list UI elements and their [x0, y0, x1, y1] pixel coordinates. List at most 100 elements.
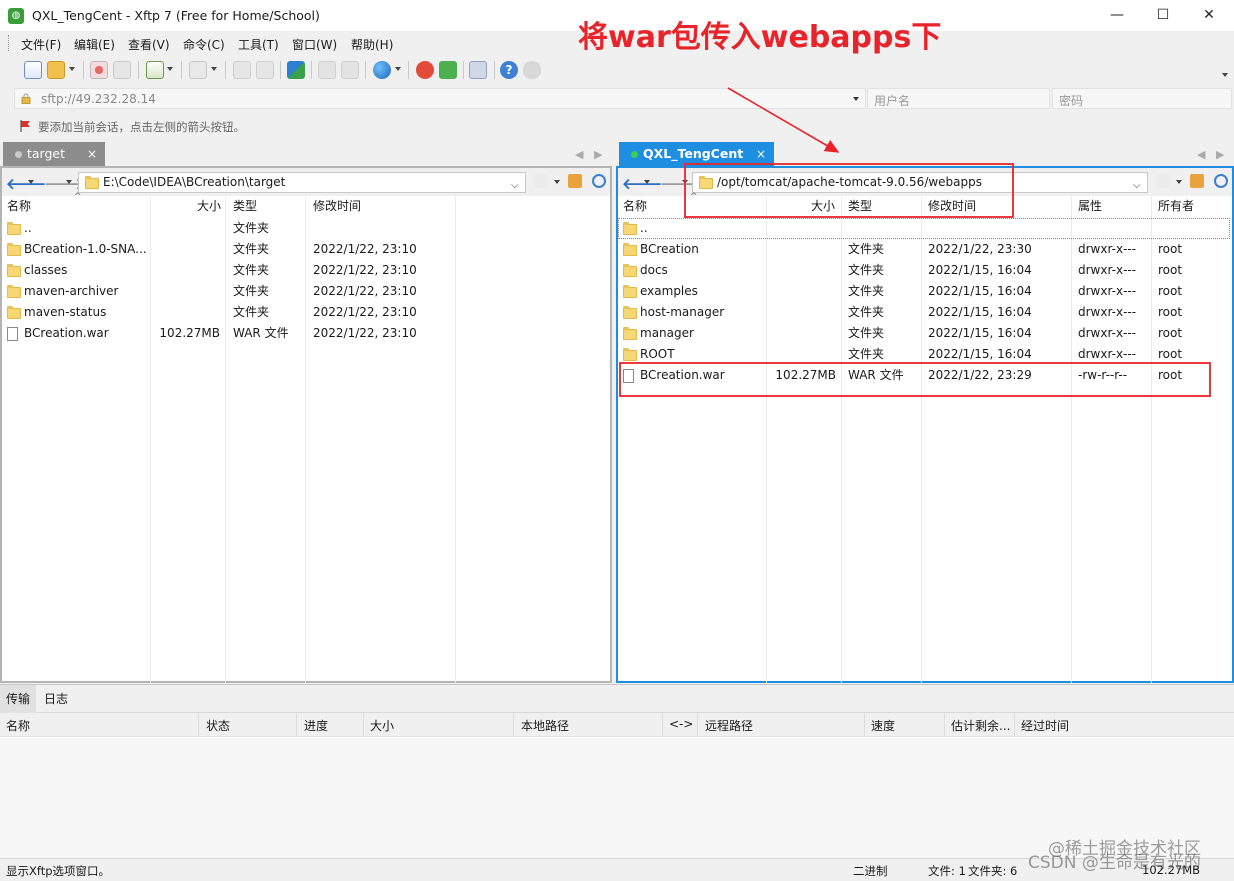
- tab-remote-session[interactable]: QXL_TengCent ×: [619, 142, 774, 166]
- folder-row[interactable]: BCreation 文件夹 2022/1/22, 23:30 drwxr-x--- ro…: [618, 239, 1232, 260]
- open-dropdown-icon[interactable]: [69, 67, 75, 71]
- tab-close-icon[interactable]: ×: [756, 142, 766, 166]
- col-type[interactable]: 类型: [848, 196, 872, 217]
- minimize-button[interactable]: —: [1094, 0, 1140, 31]
- help-icon[interactable]: ?: [500, 61, 518, 79]
- transfer-queue-icon[interactable]: [189, 61, 207, 79]
- refresh-icon[interactable]: [592, 174, 606, 188]
- new-window-dropdown-icon[interactable]: [167, 67, 173, 71]
- paste-icon[interactable]: [256, 61, 274, 79]
- encoding-dropdown-icon[interactable]: [395, 67, 401, 71]
- remote-path-input[interactable]: /opt/tomcat/apache-tomcat-9.0.56/webapps…: [692, 172, 1148, 193]
- path-dropdown-icon[interactable]: ⌵: [511, 180, 519, 191]
- back-arrow-icon[interactable]: 🡐: [622, 174, 662, 193]
- back-dropdown-icon[interactable]: [28, 180, 34, 184]
- tab-transfers[interactable]: 传输: [0, 685, 37, 713]
- bookmark-dropdown-icon[interactable]: [1176, 180, 1182, 184]
- menu-view[interactable]: 查看(V): [128, 36, 170, 53]
- forward-dropdown-icon[interactable]: [66, 180, 72, 184]
- address-dropdown-icon[interactable]: [853, 97, 859, 101]
- xftp-icon[interactable]: [439, 61, 457, 79]
- close-button[interactable]: ✕: [1186, 0, 1232, 31]
- col-name[interactable]: 名称: [623, 196, 647, 217]
- toolbar-overflow-icon[interactable]: [1222, 73, 1228, 77]
- cell-name: host-manager: [640, 305, 725, 319]
- sync-icon[interactable]: [287, 61, 305, 79]
- xcol-direction[interactable]: <->: [669, 717, 693, 731]
- tab-log[interactable]: 日志: [38, 685, 74, 713]
- maximize-button[interactable]: ☐: [1140, 0, 1186, 31]
- forward-dropdown-icon[interactable]: [682, 180, 688, 184]
- folder-row[interactable]: .. 文件夹: [2, 218, 610, 239]
- open-folder-icon[interactable]: [47, 61, 65, 79]
- tab-local-target[interactable]: target ×: [3, 142, 105, 166]
- menu-window[interactable]: 窗口(W): [292, 36, 337, 53]
- refresh-icon[interactable]: [1214, 174, 1228, 188]
- xcol-speed[interactable]: 速度: [871, 717, 895, 734]
- password-field[interactable]: 密码: [1052, 88, 1232, 109]
- copy-icon[interactable]: [233, 61, 251, 79]
- connect-icon[interactable]: [90, 61, 108, 79]
- tab-scroll-right-icon[interactable]: ▶: [1216, 148, 1224, 161]
- menu-help[interactable]: 帮助(H): [351, 36, 393, 53]
- bookmark-star-icon[interactable]: [1156, 174, 1170, 188]
- folder-row[interactable]: examples 文件夹 2022/1/15, 16:04 drwxr-x--- roo…: [618, 281, 1232, 302]
- col-attributes[interactable]: 属性: [1078, 196, 1102, 217]
- xcol-local-path[interactable]: 本地路径: [521, 717, 569, 734]
- folder-row[interactable]: manager 文件夹 2022/1/15, 16:04 drwxr-x--- root: [618, 323, 1232, 344]
- home-folder-icon[interactable]: [1190, 174, 1204, 188]
- tab-close-icon[interactable]: ×: [87, 142, 97, 166]
- username-field[interactable]: 用户名: [867, 88, 1050, 109]
- col-size[interactable]: 大小: [811, 196, 835, 217]
- folder-row[interactable]: ROOT 文件夹 2022/1/15, 16:04 drwxr-x--- root: [618, 344, 1232, 365]
- print-icon[interactable]: [318, 61, 336, 79]
- transfer-dropdown-icon[interactable]: [211, 67, 217, 71]
- xshell-icon[interactable]: [416, 61, 434, 79]
- folder-row[interactable]: maven-status 文件夹 2022/1/22, 23:10: [2, 302, 610, 323]
- folder-row[interactable]: classes 文件夹 2022/1/22, 23:10: [2, 260, 610, 281]
- globe-icon[interactable]: [373, 61, 391, 79]
- col-size[interactable]: 大小: [197, 196, 221, 217]
- back-arrow-icon[interactable]: 🡐: [6, 174, 46, 193]
- chat-icon[interactable]: [523, 61, 541, 79]
- menu-edit[interactable]: 编辑(E): [74, 36, 115, 53]
- col-modified[interactable]: 修改时间: [313, 196, 361, 217]
- tab-scroll-left-icon[interactable]: ◀: [575, 148, 583, 161]
- folder-row[interactable]: host-manager 文件夹 2022/1/15, 16:04 drwxr-x--…: [618, 302, 1232, 323]
- local-path-input[interactable]: E:\Code\IDEA\BCreation\target ⌵: [78, 172, 526, 193]
- file-row[interactable]: BCreation.war 102.27MB WAR 文件 2022/1/22, 23…: [2, 323, 610, 344]
- transfer-mode[interactable]: 二进制: [853, 863, 888, 879]
- folder-row[interactable]: ..: [618, 218, 1230, 239]
- menu-command[interactable]: 命令(C): [183, 36, 225, 53]
- menu-tools[interactable]: 工具(T): [238, 36, 279, 53]
- xcol-name[interactable]: 名称: [6, 717, 30, 734]
- back-dropdown-icon[interactable]: [644, 180, 650, 184]
- gear-icon[interactable]: [469, 61, 487, 79]
- bookmark-dropdown-icon[interactable]: [554, 180, 560, 184]
- col-type[interactable]: 类型: [233, 196, 257, 217]
- tab-scroll-left-icon[interactable]: ◀: [1197, 148, 1205, 161]
- host-address-input[interactable]: sftp://49.232.28.14: [14, 88, 866, 109]
- col-name[interactable]: 名称: [7, 196, 31, 217]
- col-modified[interactable]: 修改时间: [928, 196, 976, 217]
- folder-row[interactable]: docs 文件夹 2022/1/15, 16:04 drwxr-x--- root: [618, 260, 1232, 281]
- folder-row[interactable]: maven-archiver 文件夹 2022/1/22, 23:10: [2, 281, 610, 302]
- menu-file[interactable]: 文件(F): [21, 36, 61, 53]
- xcol-progress[interactable]: 进度: [304, 717, 328, 734]
- xcol-size[interactable]: 大小: [370, 717, 394, 734]
- disconnect-icon[interactable]: [113, 61, 131, 79]
- path-dropdown-icon[interactable]: ⌵: [1133, 180, 1141, 191]
- bookmark-star-icon[interactable]: [534, 174, 548, 188]
- file-row[interactable]: BCreation.war 102.27MB WAR 文件 2022/1/22, 23…: [618, 365, 1232, 386]
- xcol-remote-path[interactable]: 远程路径: [705, 717, 753, 734]
- xcol-status[interactable]: 状态: [206, 717, 230, 734]
- home-folder-icon[interactable]: [568, 174, 582, 188]
- folder-row[interactable]: BCreation-1.0-SNA... 文件夹 2022/1/22, 23:10: [2, 239, 610, 260]
- new-session-icon[interactable]: [24, 61, 42, 79]
- new-window-icon[interactable]: [146, 61, 164, 79]
- tab-scroll-right-icon[interactable]: ▶: [594, 148, 602, 161]
- properties-icon[interactable]: [341, 61, 359, 79]
- xcol-elapsed[interactable]: 经过时间: [1021, 717, 1069, 734]
- col-owner[interactable]: 所有者: [1158, 196, 1194, 217]
- xcol-eta[interactable]: 估计剩余...: [951, 717, 1010, 734]
